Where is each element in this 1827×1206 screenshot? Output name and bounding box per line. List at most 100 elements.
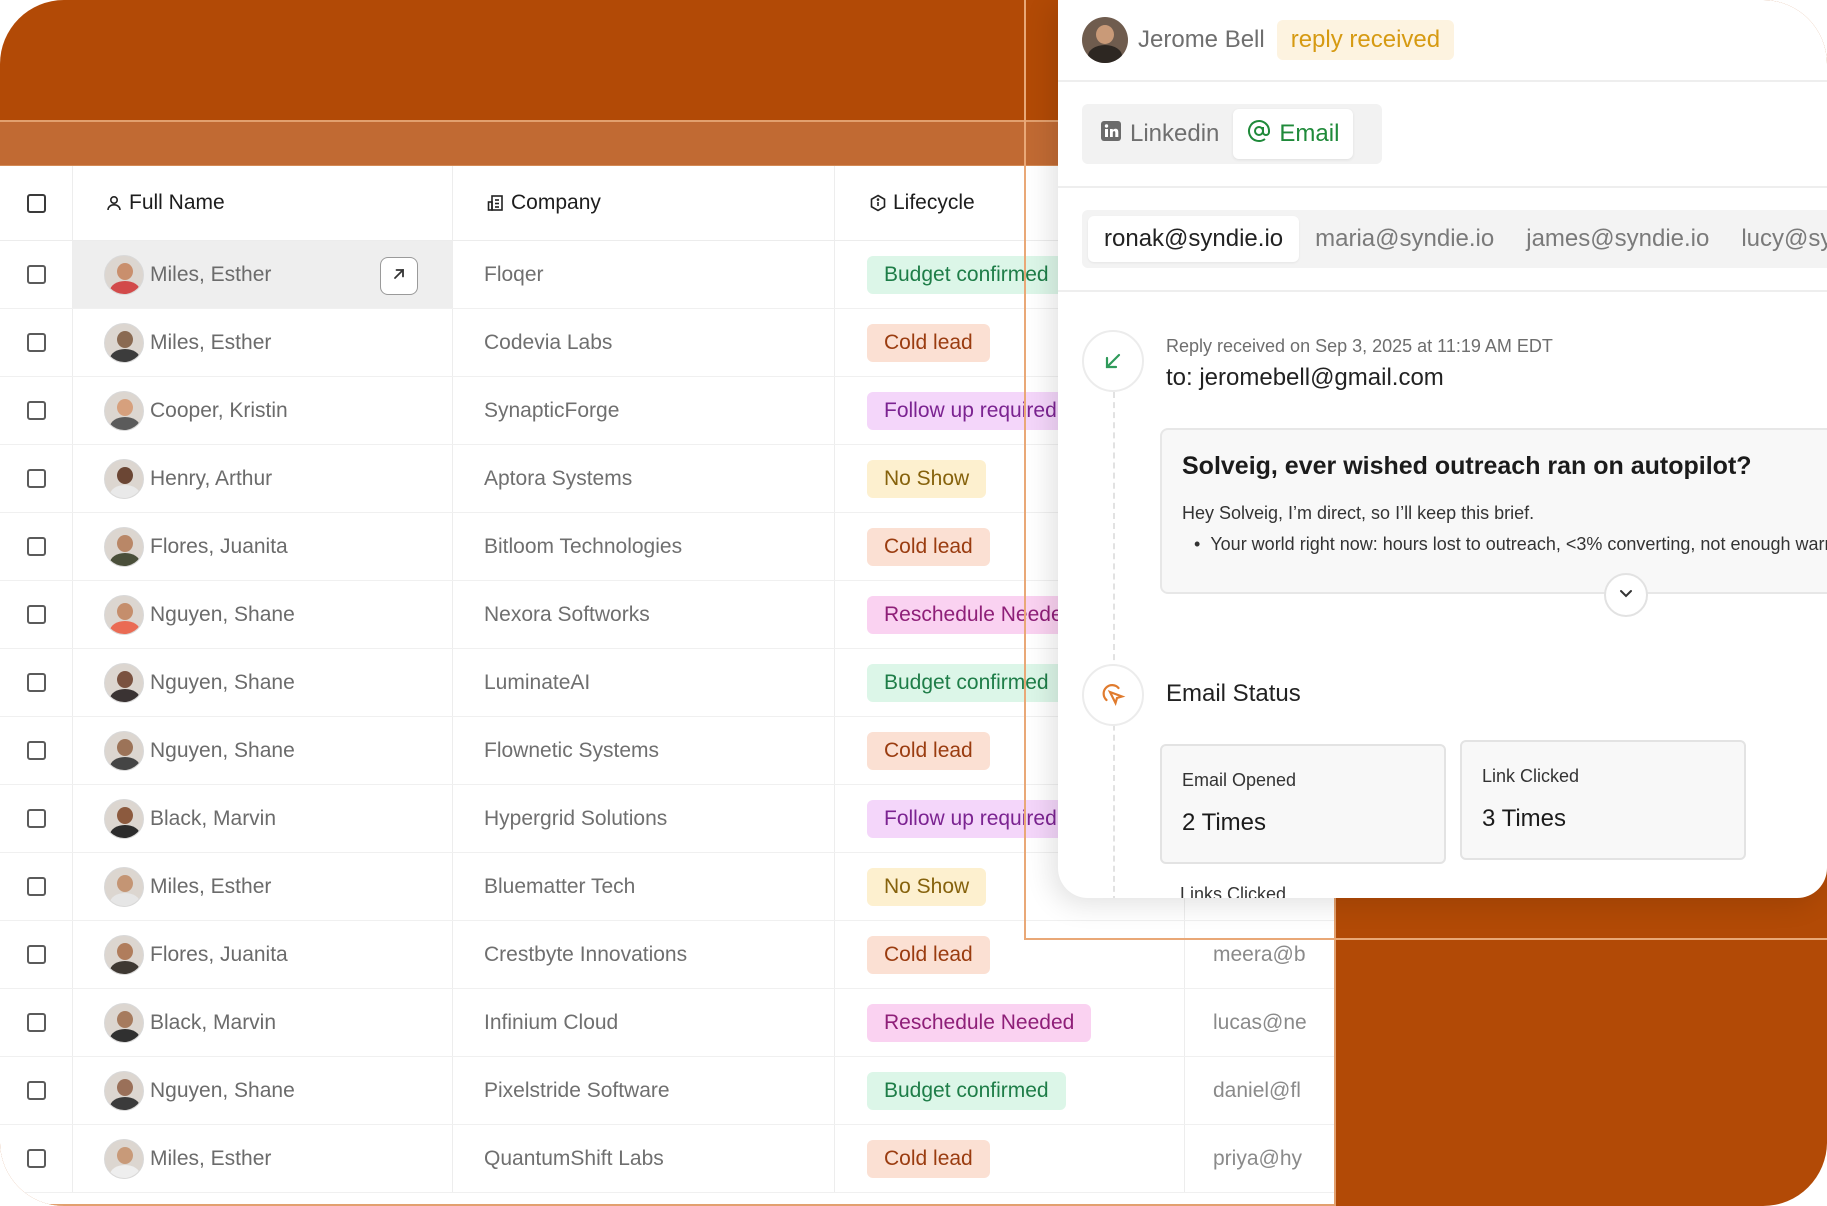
row-checkbox[interactable] <box>26 537 46 556</box>
company-cell[interactable]: Nexora Softworks <box>452 581 834 648</box>
address-tab-james[interactable]: james@syndie.io <box>1510 216 1725 262</box>
contact-name: Nguyen, Shane <box>150 670 295 694</box>
company-name: Nexora Softworks <box>484 602 650 626</box>
name-cell[interactable]: Miles, Esther <box>72 853 452 920</box>
row-checkbox[interactable] <box>26 673 46 692</box>
company-cell[interactable]: Hypergrid Solutions <box>452 785 834 852</box>
row-checkbox[interactable] <box>26 1149 46 1168</box>
lifecycle-badge: Cold lead <box>867 323 990 362</box>
table-row[interactable]: Nguyen, Shane Pixelstride Software Budget … <box>0 1057 1334 1125</box>
company-cell[interactable]: Bitloom Technologies <box>452 513 834 580</box>
timeline-line <box>1113 392 1115 898</box>
name-cell[interactable]: Flores, Juanita <box>72 921 452 988</box>
company-cell[interactable]: Pixelstride Software <box>452 1057 834 1124</box>
lifecycle-cell[interactable]: Cold lead <box>834 1125 1184 1192</box>
name-cell[interactable]: Black, Marvin <box>72 989 452 1056</box>
name-cell[interactable]: Black, Marvin <box>72 785 452 852</box>
company-name: Codevia Labs <box>484 330 613 354</box>
stat-email-opened: Email Opened 2 Times <box>1160 744 1446 864</box>
avatar <box>104 526 144 567</box>
name-cell[interactable]: Cooper, Kristin <box>72 377 452 444</box>
company-cell[interactable]: LuminateAI <box>452 649 834 716</box>
tab-email[interactable]: Email <box>1233 109 1354 159</box>
company-cell[interactable]: Infinium Cloud <box>452 989 834 1056</box>
contact-name: Nguyen, Shane <box>150 602 295 626</box>
company-cell[interactable]: Aptora Systems <box>452 445 834 512</box>
avatar <box>104 322 144 363</box>
contact-name: Henry, Arthur <box>150 466 273 490</box>
lifecycle-cell[interactable]: Reschedule Needed <box>834 989 1184 1056</box>
lifecycle-cell[interactable]: Budget confirmed <box>834 1057 1184 1124</box>
row-checkbox[interactable] <box>26 1013 46 1032</box>
name-cell[interactable]: Flores, Juanita <box>72 513 452 580</box>
company-cell[interactable]: Codevia Labs <box>452 309 834 376</box>
avatar <box>104 254 144 295</box>
row-checkbox[interactable] <box>26 401 46 420</box>
row-checkbox[interactable] <box>26 265 46 284</box>
company-name: Flownetic Systems <box>484 738 660 762</box>
name-cell[interactable]: Miles, Esther <box>72 1125 452 1192</box>
lifecycle-badge: Cold lead <box>867 1139 990 1178</box>
stat-label: Email Opened <box>1182 770 1297 790</box>
email-subject: Solveig, ever wished outreach ran on aut… <box>1182 452 1752 480</box>
row-select-cell <box>0 513 72 580</box>
contact-detail-panel: Jerome Bell reply received Linkedin Emai… <box>1058 0 1827 898</box>
contact-email: lucas@ne <box>1213 1010 1307 1034</box>
name-cell[interactable]: Miles, Esther <box>72 309 452 376</box>
row-checkbox[interactable] <box>26 469 46 488</box>
header-company[interactable]: Company <box>452 166 834 240</box>
company-cell[interactable]: Floqer <box>452 241 834 308</box>
table-row[interactable]: Black, Marvin Infinium Cloud Reschedule Ne… <box>0 989 1334 1057</box>
name-cell[interactable]: Nguyen, Shane <box>72 649 452 716</box>
email-cell[interactable]: daniel@fl <box>1184 1057 1334 1124</box>
company-cell[interactable]: QuantumShift Labs <box>452 1125 834 1192</box>
row-checkbox[interactable] <box>26 809 46 828</box>
header-full-name[interactable]: Full Name <box>72 166 452 240</box>
header-company-label: Company <box>511 191 601 214</box>
table-row[interactable]: Miles, Esther QuantumShift Labs Cold lead p… <box>0 1125 1334 1193</box>
avatar <box>104 594 144 635</box>
contact-email: meera@b <box>1213 942 1306 966</box>
person-icon <box>105 194 123 212</box>
address-tab-maria[interactable]: maria@syndie.io <box>1299 216 1510 262</box>
tab-linkedin[interactable]: Linkedin <box>1086 109 1233 159</box>
row-checkbox[interactable] <box>26 741 46 760</box>
avatar <box>104 866 144 907</box>
select-all-checkbox[interactable] <box>26 193 46 213</box>
reply-arrow-icon <box>1082 330 1144 392</box>
expand-email-button[interactable] <box>1604 573 1648 617</box>
row-select-cell <box>0 1125 72 1192</box>
company-cell[interactable]: SynapticForge <box>452 377 834 444</box>
row-select-cell <box>0 241 72 308</box>
name-cell[interactable]: Henry, Arthur <box>72 445 452 512</box>
address-tab-ronak[interactable]: ronak@syndie.io <box>1088 216 1300 262</box>
name-cell[interactable]: Nguyen, Shane <box>72 1057 452 1124</box>
email-status-title: Email Status <box>1166 680 1301 707</box>
email-preview-card[interactable]: Solveig, ever wished outreach ran on aut… <box>1160 428 1827 594</box>
row-checkbox[interactable] <box>26 605 46 624</box>
row-checkbox[interactable] <box>26 1081 46 1100</box>
name-cell[interactable]: Miles, Esther <box>72 241 452 308</box>
row-checkbox[interactable] <box>26 333 46 352</box>
email-cell[interactable]: lucas@ne <box>1184 989 1334 1056</box>
contact-name: Flores, Juanita <box>150 534 288 558</box>
row-checkbox[interactable] <box>26 877 46 896</box>
company-name: QuantumShift Labs <box>484 1146 664 1170</box>
company-name: Bitloom Technologies <box>484 534 683 558</box>
row-select-cell <box>0 581 72 648</box>
open-contact-button[interactable] <box>380 257 418 295</box>
reply-timestamp: Reply received on Sep 3, 2025 at 11:19 A… <box>1166 336 1553 356</box>
name-cell[interactable]: Nguyen, Shane <box>72 717 452 784</box>
company-cell[interactable]: Bluematter Tech <box>452 853 834 920</box>
company-name: Crestbyte Innovations <box>484 942 688 966</box>
row-checkbox[interactable] <box>26 945 46 964</box>
company-cell[interactable]: Crestbyte Innovations <box>452 921 834 988</box>
company-name: Infinium Cloud <box>484 1010 619 1034</box>
address-tab-lucy[interactable]: lucy@syn <box>1725 216 1827 262</box>
select-all-cell <box>0 166 72 240</box>
name-cell[interactable]: Nguyen, Shane <box>72 581 452 648</box>
contact-name: Nguyen, Shane <box>150 738 295 762</box>
email-bullet: • Your world right now: hours lost to ou… <box>1194 534 1827 555</box>
company-cell[interactable]: Flownetic Systems <box>452 717 834 784</box>
email-cell[interactable]: priya@hy <box>1184 1125 1334 1192</box>
